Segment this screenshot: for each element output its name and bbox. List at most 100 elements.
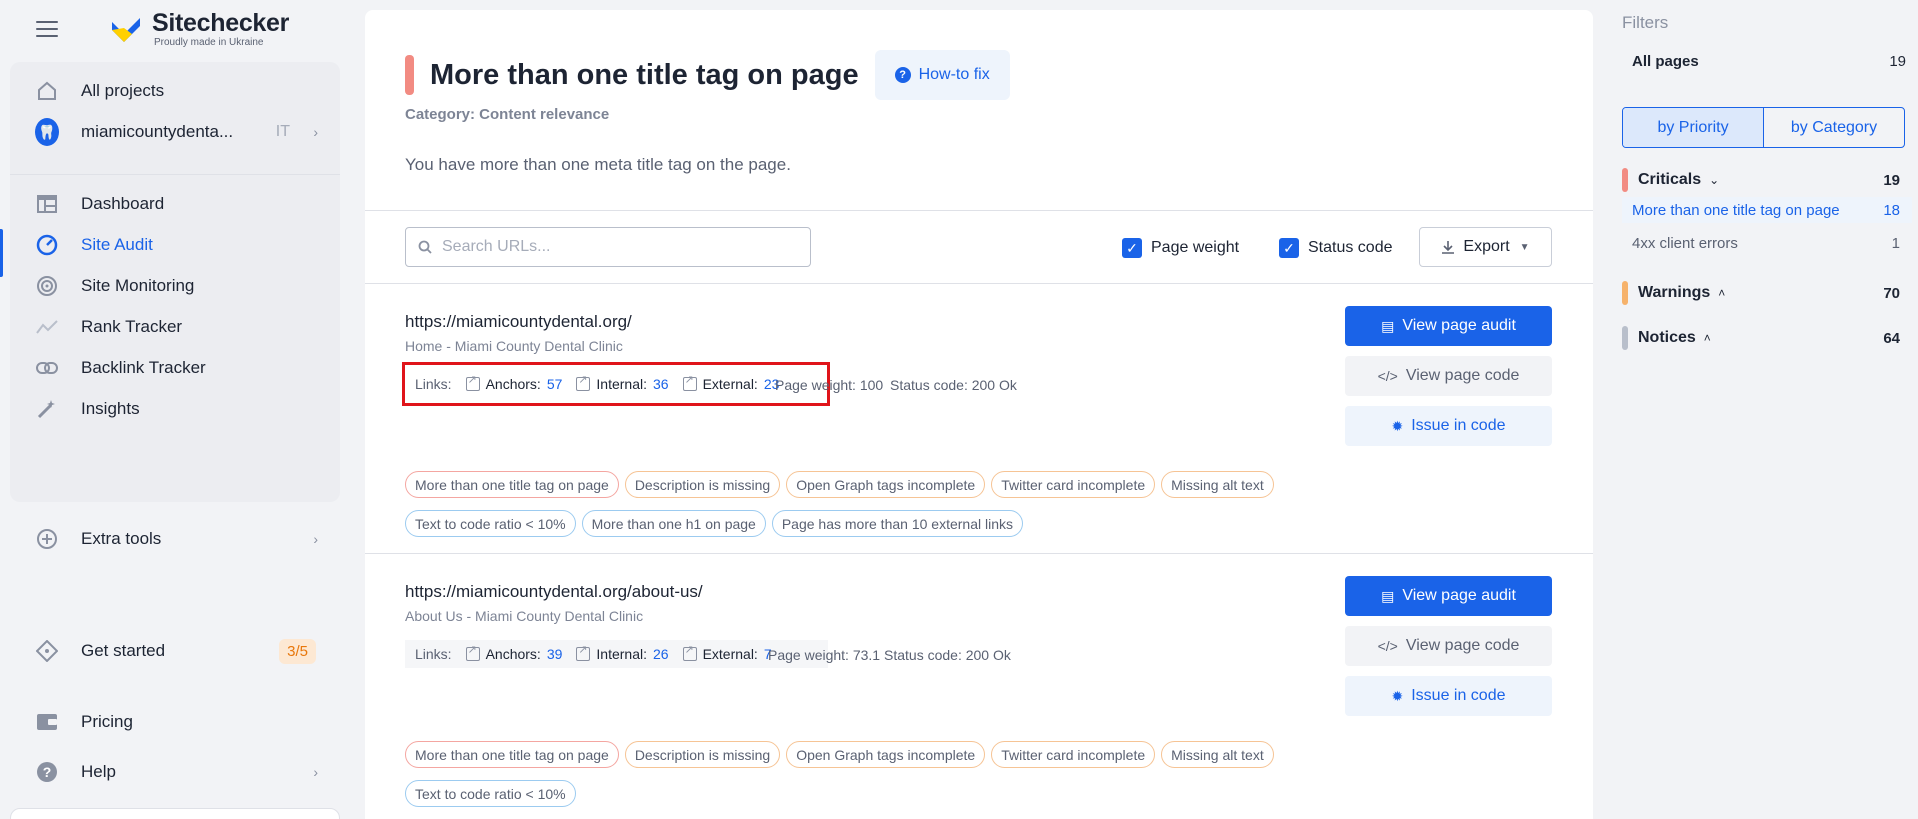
- status-code-checkbox[interactable]: ✓ Status code: [1279, 238, 1393, 258]
- sidebar: Sitechecker Proudly made in Ukraine All …: [0, 0, 350, 819]
- filter-group-criticals[interactable]: Criticals ⌄ 19: [1622, 167, 1912, 193]
- view-page-code-button[interactable]: </> View page code: [1345, 356, 1552, 396]
- view-page-code-button[interactable]: </> View page code: [1345, 626, 1552, 666]
- external-link-icon: [576, 643, 591, 661]
- row-url[interactable]: https://miamicountydental.org/about-us/: [405, 582, 703, 602]
- trend-icon: [35, 315, 59, 339]
- table-row: https://miamicountydental.org/ Home - Mi…: [365, 284, 1593, 554]
- issue-tag[interactable]: Twitter card incomplete: [991, 741, 1156, 768]
- filter-all-pages[interactable]: All pages: [1632, 53, 1699, 70]
- issue-tag[interactable]: Twitter card incomplete: [991, 471, 1156, 498]
- how-to-fix-button[interactable]: ? How-to fix: [874, 50, 1010, 100]
- search-box[interactable]: [405, 227, 811, 267]
- issue-in-code-button[interactable]: ✹ Issue in code: [1345, 676, 1552, 716]
- issue-tag[interactable]: Missing alt text: [1161, 471, 1274, 498]
- button-label: Issue in code: [1411, 687, 1506, 704]
- button-label: View page audit: [1402, 317, 1516, 334]
- plus-circle-icon: [35, 527, 59, 551]
- how-to-fix-label: How-to fix: [918, 66, 990, 83]
- external-link-icon: [465, 643, 480, 661]
- issue-tag[interactable]: Description is missing: [624, 471, 781, 498]
- issue-tag[interactable]: Text to code ratio < 10%: [405, 510, 576, 537]
- menu-icon[interactable]: [36, 21, 58, 37]
- wallet-icon: [35, 710, 59, 734]
- filter-item-title-tag[interactable]: More than one title tag on page 18: [1622, 197, 1912, 223]
- filter-item-count: 18: [1883, 201, 1900, 219]
- group-count: 70: [1883, 284, 1900, 302]
- logo[interactable]: Sitechecker Proudly made in Ukraine: [110, 10, 289, 48]
- issue-tag[interactable]: Page has more than 10 external links: [771, 510, 1023, 537]
- anchors-count[interactable]: 39: [547, 646, 563, 662]
- chevron-right-icon: ›: [313, 764, 318, 780]
- status-code-value: Status code: 200 Ok: [884, 647, 1011, 663]
- active-indicator: [0, 229, 3, 277]
- issue-in-code-button[interactable]: ✹ Issue in code: [1345, 406, 1552, 446]
- code-icon: </>: [1377, 368, 1398, 384]
- issue-tag[interactable]: Open Graph tags incomplete: [786, 471, 986, 498]
- chevron-up-icon: ˄: [1718, 286, 1726, 300]
- issue-tag[interactable]: More than one title tag on page: [405, 741, 619, 768]
- internal-count[interactable]: 26: [653, 646, 669, 662]
- filters-panel: Filters All pages 19 by Priority by Cate…: [1608, 0, 1918, 819]
- sidebar-item-pricing[interactable]: Pricing: [10, 698, 340, 746]
- all-pages-count: 19: [1889, 53, 1906, 70]
- export-button[interactable]: Export ▼: [1419, 227, 1552, 267]
- view-page-audit-button[interactable]: ▤ View page audit: [1345, 306, 1552, 346]
- by-category-tab[interactable]: by Category: [1764, 108, 1904, 147]
- search-input[interactable]: [442, 238, 802, 256]
- view-page-audit-button[interactable]: ▤ View page audit: [1345, 576, 1552, 616]
- topbar: Sitechecker Proudly made in Ukraine: [0, 0, 350, 58]
- sidebar-item-extra-tools[interactable]: Extra tools ›: [10, 515, 340, 563]
- sidebar-item-label: Dashboard: [81, 194, 165, 213]
- page-weight-value: Page weight: 73.1: [768, 647, 881, 663]
- issue-tag[interactable]: Missing alt text: [1161, 741, 1274, 768]
- issue-tag[interactable]: Text to code ratio < 10%: [405, 780, 576, 807]
- checkbox-label: Status code: [1308, 239, 1393, 256]
- nav-card: All projects 🦷 miamicountydenta... IT › …: [0, 62, 340, 502]
- radar-icon: [35, 274, 59, 298]
- group-name: Warnings: [1638, 284, 1711, 301]
- issue-tag[interactable]: More than one title tag on page: [405, 471, 619, 498]
- issue-tag[interactable]: More than one h1 on page: [581, 510, 766, 537]
- issue-header: More than one title tag on page ? How-to…: [365, 10, 1593, 211]
- chevron-down-icon: ⌄: [1709, 173, 1720, 187]
- sidebar-item-label: miamicountydenta...: [81, 122, 234, 141]
- external-label: External:: [702, 646, 758, 662]
- button-label: View page audit: [1402, 587, 1516, 604]
- bottom-card: [10, 808, 340, 819]
- home-icon: [35, 79, 59, 103]
- sidebar-item-project[interactable]: 🦷 miamicountydenta... IT ›: [10, 108, 340, 156]
- group-name: Notices: [1638, 329, 1696, 346]
- sidebar-item-help[interactable]: ? Help ›: [10, 748, 340, 796]
- sidebar-item-get-started[interactable]: Get started 3/5: [10, 627, 340, 675]
- dashboard-icon: [35, 192, 59, 216]
- issue-category: Category: Content relevance: [405, 106, 610, 123]
- help-icon: ?: [35, 760, 59, 784]
- sidebar-item-label: Site Monitoring: [81, 276, 195, 295]
- filter-group-notices[interactable]: Notices ˄ 64: [1622, 325, 1912, 351]
- logo-heart-icon: [112, 18, 140, 42]
- issue-tag[interactable]: Open Graph tags incomplete: [786, 741, 986, 768]
- page-weight-checkbox[interactable]: ✓ Page weight: [1122, 238, 1239, 258]
- chevron-up-icon: ˄: [1703, 331, 1711, 345]
- question-icon: ?: [894, 67, 911, 83]
- filter-group-warnings[interactable]: Warnings ˄ 70: [1622, 280, 1912, 306]
- external-link-icon: [682, 643, 697, 661]
- row-url[interactable]: https://miamicountydental.org/: [405, 312, 632, 332]
- sidebar-item-label: Site Audit: [81, 235, 153, 254]
- group-count: 19: [1883, 171, 1900, 189]
- compass-icon: [35, 639, 59, 663]
- magic-wand-icon: [35, 397, 59, 421]
- issue-tag[interactable]: Description is missing: [624, 741, 781, 768]
- project-icon: 🦷: [35, 118, 59, 146]
- sidebar-item-label: Insights: [81, 399, 140, 418]
- link-icon: [35, 356, 59, 380]
- group-name: Criticals: [1638, 171, 1702, 188]
- sidebar-item-insights[interactable]: Insights: [10, 385, 340, 433]
- by-priority-tab[interactable]: by Priority: [1623, 108, 1764, 147]
- button-label: Issue in code: [1411, 417, 1506, 434]
- issue-description: You have more than one meta title tag on…: [405, 155, 791, 174]
- warnings-color-bar: [1622, 281, 1628, 305]
- filter-item-4xx[interactable]: 4xx client errors 1: [1622, 230, 1912, 256]
- sidebar-item-label: All projects: [81, 81, 165, 100]
